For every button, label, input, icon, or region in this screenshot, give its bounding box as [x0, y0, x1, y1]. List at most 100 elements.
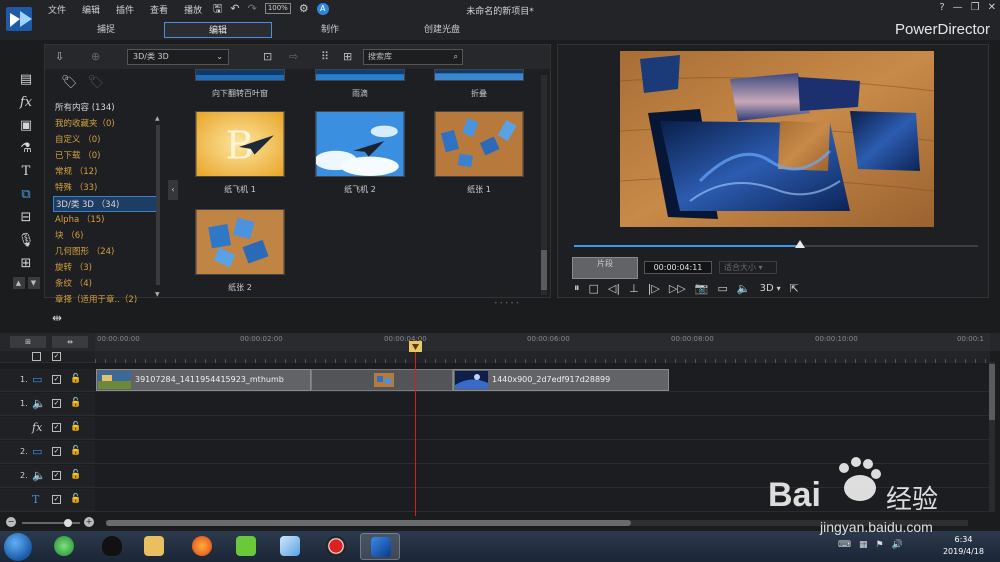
layout-icon[interactable]: ⊞	[343, 50, 352, 63]
chapter-room-icon[interactable]: ⊞	[10, 252, 42, 275]
track-enable-checkbox[interactable]: ✓	[52, 375, 61, 384]
tab-edit[interactable]: 编辑	[164, 22, 272, 38]
transition-thumb[interactable]: 纸张 2	[195, 209, 285, 293]
zoom-fit-button[interactable]: ⇹	[52, 336, 88, 348]
zoom-out-icon[interactable]: −	[6, 517, 16, 527]
lock-icon[interactable]: 🔓	[70, 494, 81, 504]
help-icon[interactable]: ?	[939, 2, 944, 13]
restore-icon[interactable]: ❐	[971, 2, 980, 13]
category-item[interactable]: 常规 （12)	[53, 164, 159, 180]
taskbar-app[interactable]	[92, 533, 132, 560]
zoom-level[interactable]: 100%	[264, 3, 291, 14]
volume-tray-icon[interactable]: 🔊	[892, 540, 903, 550]
transition-room-icon[interactable]: ⧉	[10, 183, 42, 206]
taskbar-app[interactable]	[44, 533, 84, 560]
account-badge[interactable]: A	[316, 2, 329, 15]
snapshot-icon[interactable]: 📷	[695, 282, 709, 295]
transition-thumb[interactable]: B 纸飞机 1	[195, 111, 285, 195]
transition-thumb[interactable]: 纸张 1	[434, 111, 524, 195]
zoom-slider-handle[interactable]	[64, 519, 72, 527]
taskbar-app[interactable]	[270, 533, 310, 560]
transition-thumb[interactable]: 雨滴	[315, 69, 405, 99]
select-all-checkbox[interactable]	[32, 352, 41, 361]
tray-flag-icon[interactable]: ⚑	[876, 540, 884, 550]
menu-view[interactable]: 查看	[150, 3, 168, 16]
clip-mode-button[interactable]: 片段	[572, 256, 638, 279]
system-clock[interactable]: 6:34 2019/4/18	[943, 534, 984, 558]
video-clip[interactable]: 39107284_1411954415923_mthumb	[96, 369, 311, 391]
collapse-panel-button[interactable]: ‹	[168, 180, 178, 200]
video-clip[interactable]: 1440x900_2d7edf917d28899	[453, 369, 669, 391]
timeline-vertical-scrollbar[interactable]	[989, 362, 995, 512]
timeline-ruler[interactable]: 00:00:00:00 00:00:02:00 00:00:04:00 00:0…	[95, 333, 990, 351]
remove-tag-icon[interactable]: 🏷	[88, 75, 105, 90]
menu-plugins[interactable]: 插件	[116, 3, 134, 16]
pause-icon[interactable]: ⏸	[574, 281, 580, 295]
taskbar-app[interactable]	[316, 533, 356, 560]
save-icon[interactable]: 🖫	[213, 2, 222, 15]
title-room-icon[interactable]: T	[10, 160, 42, 183]
category-item[interactable]: 自定义 （0)	[53, 132, 159, 148]
category-item[interactable]: Alpha （15)	[53, 212, 159, 228]
taskbar-app[interactable]	[182, 533, 222, 560]
transition-thumb[interactable]: 纸飞机 2	[314, 111, 405, 195]
zoom-in-icon[interactable]: +	[84, 517, 94, 527]
transition-thumb[interactable]: 折叠	[434, 69, 524, 99]
export-icon[interactable]: ⇨	[289, 50, 298, 63]
import-icon[interactable]: ⇩	[55, 50, 64, 63]
chevron-down-icon[interactable]: ▼	[27, 277, 40, 289]
track-body-video-1[interactable]: 39107284_1411954415923_mthumb 1440x900_2…	[95, 369, 990, 392]
track-body-title[interactable]	[95, 489, 990, 512]
fit-timeline-icon[interactable]: ⇹	[52, 311, 62, 325]
track-enable-checkbox[interactable]: ✓	[52, 399, 61, 408]
category-item-selected[interactable]: 3D/类 3D （34)	[53, 196, 159, 212]
category-item[interactable]: 特殊 （33)	[53, 180, 159, 196]
fast-forward-icon[interactable]: ▷▷	[669, 282, 686, 295]
chevron-up-icon[interactable]: ▲	[12, 277, 25, 289]
menu-file[interactable]: 文件	[48, 3, 66, 16]
track-enable-checkbox[interactable]: ✓	[52, 423, 61, 432]
transition-thumb[interactable]: 向下翻转百叶窗	[195, 69, 285, 99]
particle-room-icon[interactable]: ⚗	[10, 137, 42, 160]
minimize-icon[interactable]: —	[953, 2, 963, 13]
taskbar-app-active[interactable]	[360, 533, 400, 560]
category-item[interactable]: 已下载 （0)	[53, 148, 159, 164]
subtitle-icon[interactable]: ▭	[717, 282, 727, 295]
network-icon[interactable]: ▦	[859, 540, 868, 550]
library-scrollbar[interactable]	[541, 75, 547, 295]
type-select[interactable]: 3D/类 3D ⌄	[127, 49, 229, 65]
category-item[interactable]: 块 （6)	[53, 228, 159, 244]
seek-handle[interactable]	[795, 240, 806, 248]
category-item[interactable]: 所有内容 (134)	[53, 100, 159, 116]
track-manager-button[interactable]: ⊞	[10, 336, 46, 348]
media-room-icon[interactable]: ▤	[10, 68, 42, 91]
category-item[interactable]: 旋转 （3)	[53, 260, 159, 276]
stop-icon[interactable]: □	[589, 282, 599, 295]
playhead-handle-icon[interactable]	[409, 341, 422, 352]
scroll-down-icon[interactable]: ▼	[155, 291, 160, 298]
transition-clip[interactable]	[311, 369, 453, 391]
keyboard-icon[interactable]: ⌨	[838, 540, 851, 550]
prev-frame-icon[interactable]: ◁|	[608, 282, 620, 295]
mark-icon[interactable]: ⊥	[629, 282, 639, 295]
taskbar-app[interactable]	[134, 533, 174, 560]
lock-icon[interactable]: 🔓	[70, 446, 81, 456]
track-body-audio-1[interactable]	[95, 393, 990, 416]
menu-play[interactable]: 播放	[184, 3, 202, 16]
undock-icon[interactable]: ⇱	[790, 282, 799, 295]
fx-room-icon[interactable]: fx	[10, 91, 42, 114]
tab-produce[interactable]: 制作	[276, 22, 384, 38]
lock-icon[interactable]: 🔓	[70, 422, 81, 432]
taskbar-app[interactable]	[226, 533, 266, 560]
search-icon[interactable]: ⌕	[454, 50, 458, 64]
track-body-video-2[interactable]	[95, 441, 990, 464]
tab-capture[interactable]: 捕捉	[52, 22, 160, 38]
category-item[interactable]: 条纹 （4)	[53, 276, 159, 292]
track-enable-checkbox[interactable]: ✓	[52, 495, 61, 504]
grid-view-icon[interactable]: ⠿	[321, 50, 329, 63]
next-frame-icon[interactable]: |▷	[648, 282, 660, 295]
track-body-fx[interactable]	[95, 417, 990, 440]
subtitle-room-icon[interactable]: ⊟	[10, 206, 42, 229]
tab-create-disc[interactable]: 创建光盘	[388, 22, 496, 38]
category-scrollbar[interactable]: ▲ ▼	[155, 115, 161, 299]
